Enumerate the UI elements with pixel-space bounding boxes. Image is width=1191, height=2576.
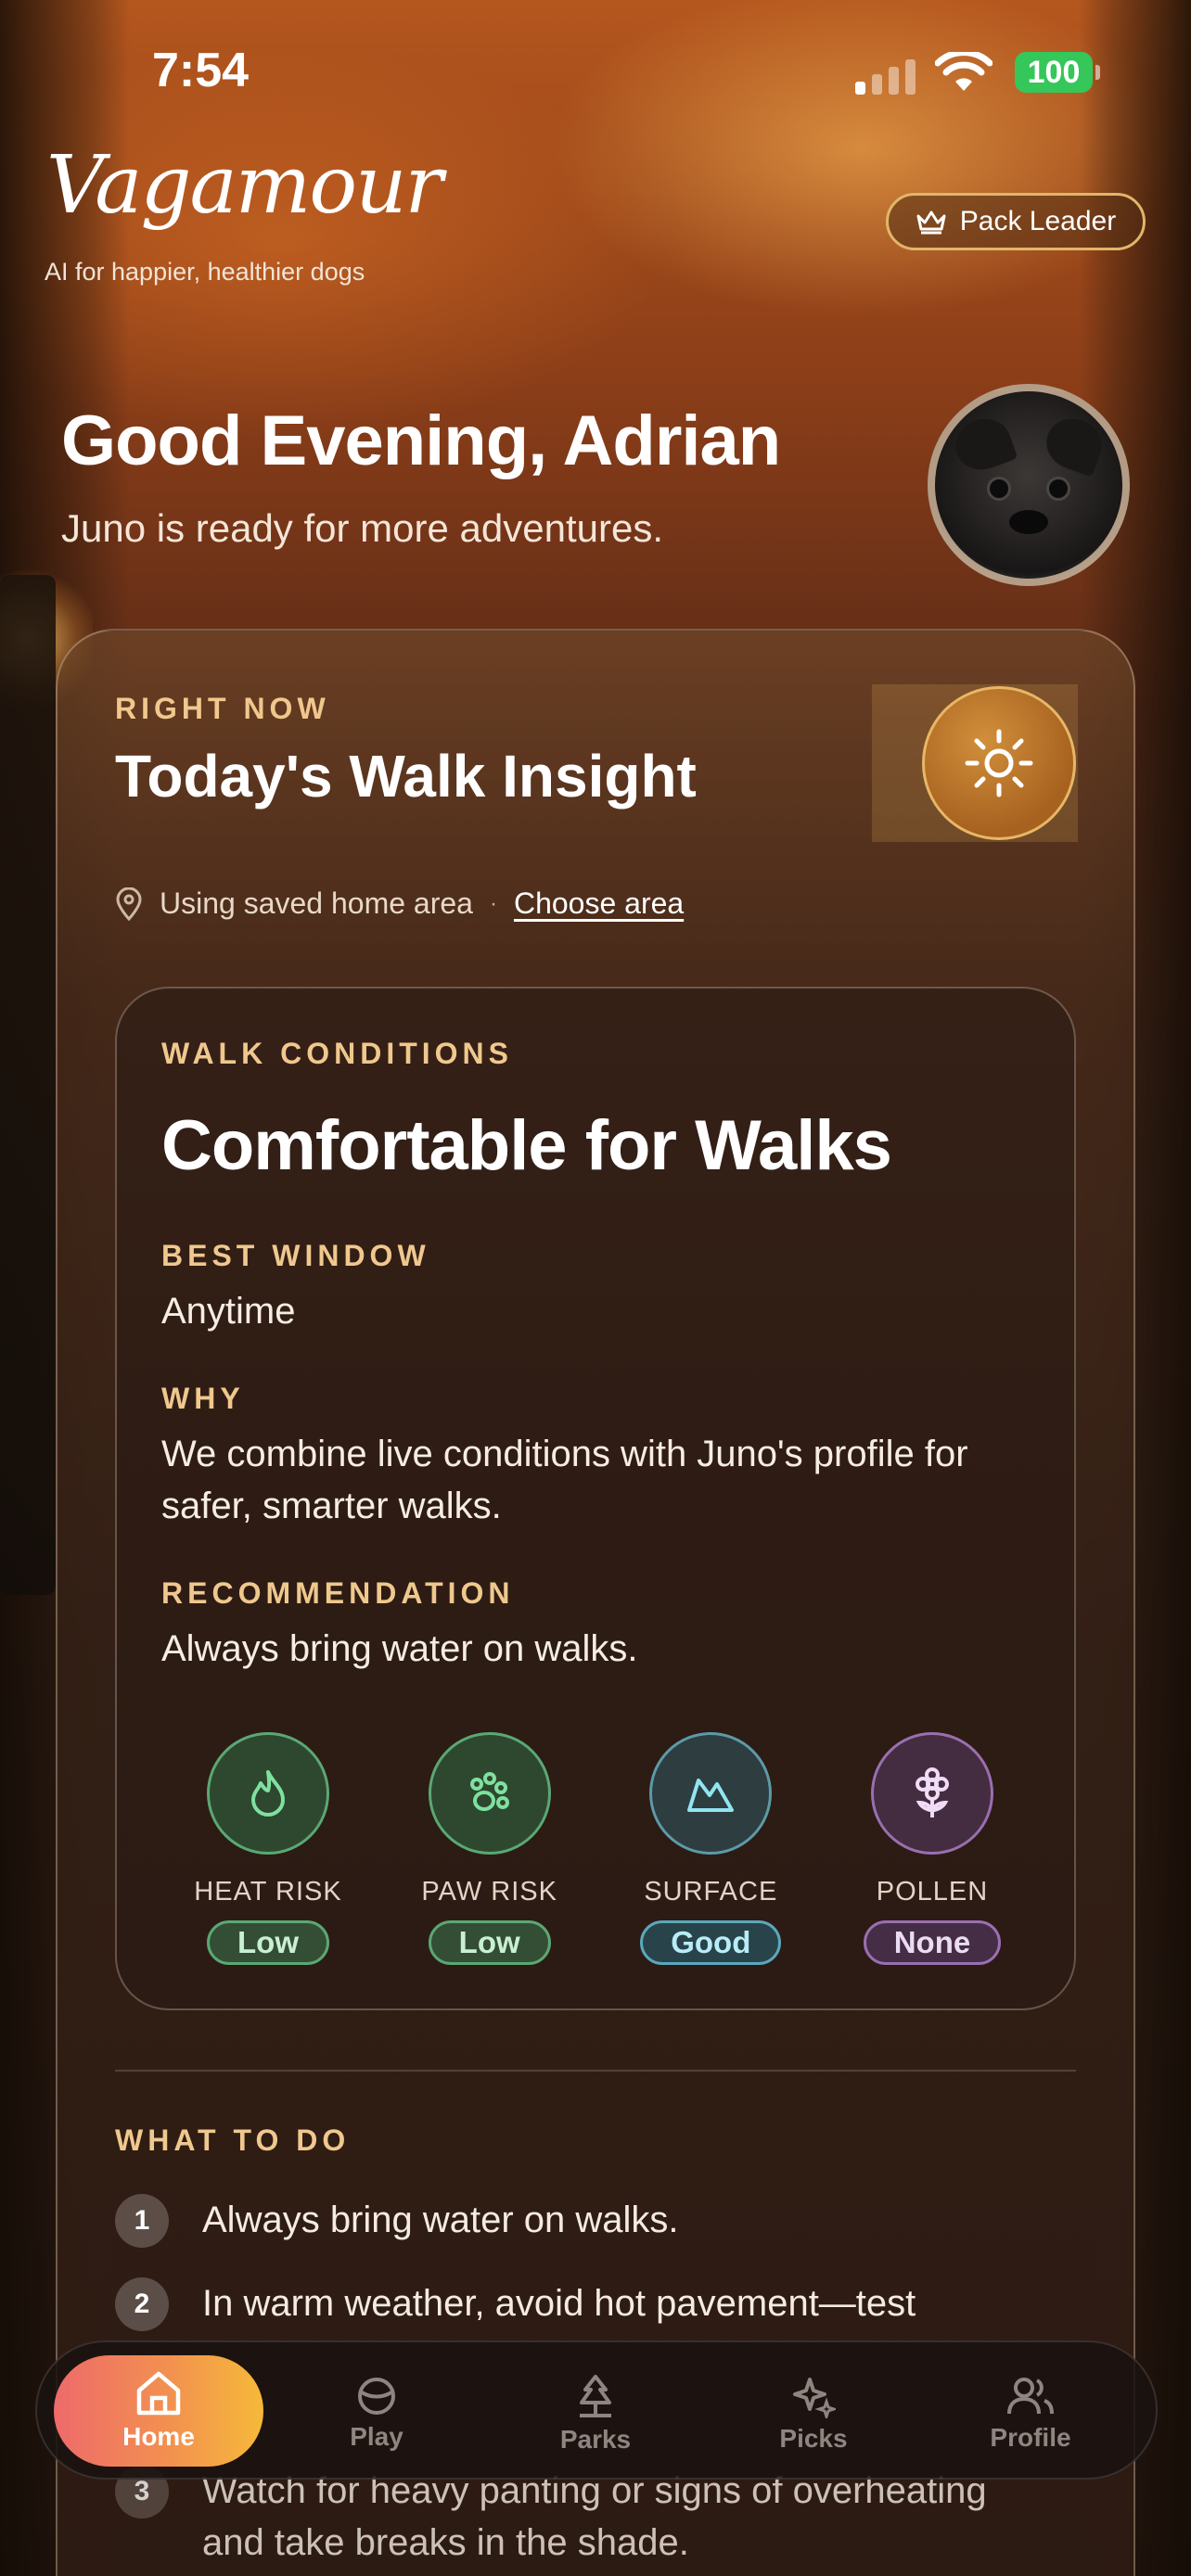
what-to-do-eyebrow: WHAT TO DO bbox=[115, 2123, 351, 2157]
status-bar: 7:54 100 bbox=[0, 39, 1191, 104]
walk-conditions-eyebrow: WALK CONDITIONS bbox=[161, 1037, 513, 1070]
tab-label: Parks bbox=[559, 2425, 632, 2454]
metric-heat-risk[interactable]: HEAT RISK Low bbox=[161, 1732, 375, 1965]
location-pin-icon bbox=[116, 886, 142, 921]
metric-value-pill: Low bbox=[428, 1920, 551, 1965]
tree-icon bbox=[580, 2375, 611, 2417]
weather-button[interactable] bbox=[922, 686, 1076, 840]
metric-label: HEAT RISK bbox=[194, 1877, 342, 1906]
crown-icon bbox=[916, 210, 946, 235]
tab-label: Profile bbox=[990, 2423, 1071, 2452]
why-value: We combine live conditions with Juno's p… bbox=[161, 1434, 968, 1526]
metric-value-pill: None bbox=[863, 1920, 1002, 1965]
tab-picks[interactable]: Picks bbox=[709, 2363, 918, 2465]
pack-leader-label: Pack Leader bbox=[959, 206, 1117, 236]
metric-surface[interactable]: SURFACE Good bbox=[604, 1732, 817, 1965]
risk-metrics: HEAT RISK Low PAW RISK Low SURFACE Good bbox=[161, 1732, 1039, 1965]
metric-label: POLLEN bbox=[876, 1877, 989, 1906]
app-tagline: AI for happier, healthier dogs bbox=[45, 258, 365, 286]
battery-indicator: 100 bbox=[1015, 52, 1100, 93]
location-row: Using saved home area · Choose area bbox=[115, 886, 684, 921]
tab-home[interactable]: Home bbox=[54, 2355, 263, 2467]
metric-value-pill: Low bbox=[207, 1920, 329, 1965]
sparkle-icon bbox=[793, 2378, 836, 2418]
tab-play[interactable]: Play bbox=[272, 2363, 481, 2465]
walk-conditions-title: Comfortable for Walks bbox=[161, 1106, 892, 1185]
todo-text: Always bring water on walks. bbox=[202, 2200, 679, 2240]
sun-icon bbox=[965, 729, 1033, 797]
greeting-subtitle: Juno is ready for more adventures. bbox=[61, 506, 663, 550]
terrain-icon bbox=[649, 1732, 773, 1855]
wifi-icon bbox=[935, 52, 992, 91]
todo-text: In warm weather, avoid hot pavement—test bbox=[202, 2283, 916, 2324]
tab-label: Play bbox=[350, 2422, 403, 2451]
best-window-label: BEST WINDOW bbox=[161, 1239, 430, 1272]
location-separator: · bbox=[489, 890, 497, 916]
tab-profile[interactable]: Profile bbox=[926, 2363, 1135, 2465]
home-icon bbox=[136, 2371, 181, 2416]
cellular-signal-icon bbox=[855, 57, 916, 95]
best-window-value: Anytime bbox=[161, 1291, 296, 1332]
choose-area-link[interactable]: Choose area bbox=[514, 886, 684, 921]
recommendation-value: Always bring water on walks. bbox=[161, 1628, 638, 1669]
section-divider bbox=[115, 2070, 1076, 2072]
app-logo: Vagamour bbox=[46, 139, 443, 232]
insight-title: Today's Walk Insight bbox=[115, 743, 697, 810]
right-now-eyebrow: RIGHT NOW bbox=[115, 692, 330, 725]
flower-icon bbox=[870, 1732, 993, 1855]
todo-text: Watch for heavy panting or signs of over… bbox=[202, 2470, 987, 2563]
street-lamp bbox=[0, 575, 56, 1595]
metric-paw-risk[interactable]: PAW RISK Low bbox=[383, 1732, 596, 1965]
todo-item: 2 In warm weather, avoid hot pavement—te… bbox=[115, 2277, 1043, 2331]
tab-label: Picks bbox=[779, 2424, 848, 2453]
todo-number: 1 bbox=[115, 2194, 169, 2248]
todo-item: 3 Watch for heavy panting or signs of ov… bbox=[115, 2465, 1043, 2569]
people-icon bbox=[1007, 2378, 1054, 2415]
todo-number: 2 bbox=[115, 2277, 169, 2331]
metric-label: SURFACE bbox=[644, 1877, 778, 1906]
ball-icon bbox=[358, 2378, 395, 2415]
metric-pollen[interactable]: POLLEN None bbox=[826, 1732, 1039, 1965]
pack-leader-badge[interactable]: Pack Leader bbox=[886, 193, 1146, 250]
todo-item: 1 Always bring water on walks. bbox=[115, 2194, 1043, 2248]
flame-icon bbox=[207, 1732, 329, 1855]
status-time: 7:54 bbox=[152, 44, 250, 97]
recommendation-label: RECOMMENDATION bbox=[161, 1576, 515, 1610]
paw-icon bbox=[428, 1732, 551, 1855]
metric-value-pill: Good bbox=[640, 1920, 782, 1965]
metric-label: PAW RISK bbox=[421, 1877, 557, 1906]
dog-avatar[interactable] bbox=[928, 384, 1130, 586]
tab-label: Home bbox=[122, 2422, 195, 2451]
greeting-title: Good Evening, Adrian bbox=[61, 402, 781, 480]
location-text: Using saved home area bbox=[160, 886, 473, 920]
tab-parks[interactable]: Parks bbox=[491, 2363, 700, 2465]
why-label: WHY bbox=[161, 1382, 245, 1415]
